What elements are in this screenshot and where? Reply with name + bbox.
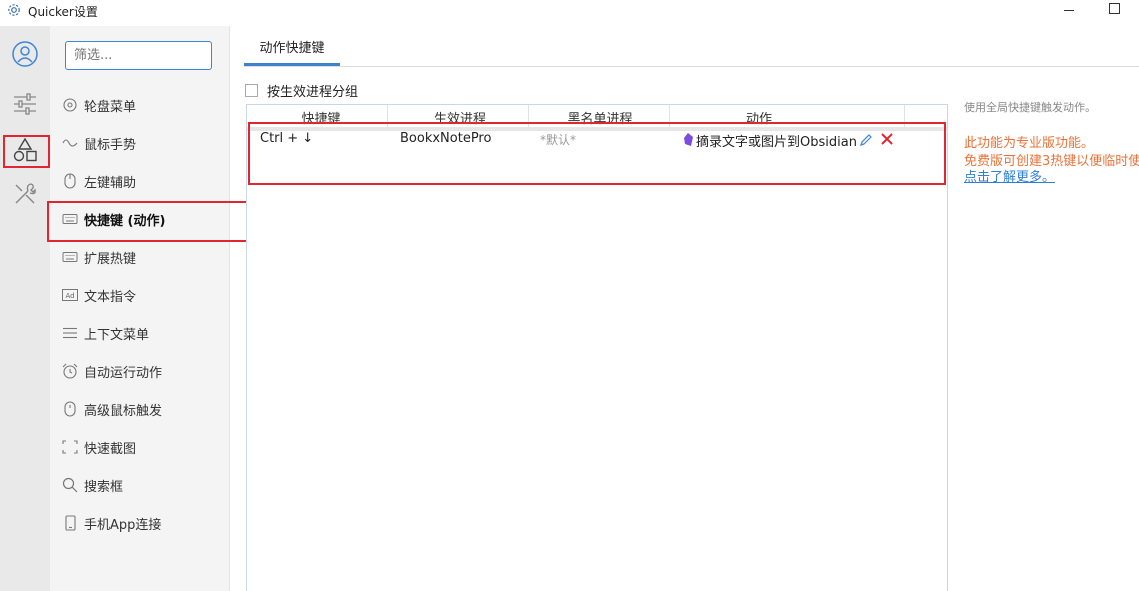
column-divider	[528, 105, 529, 127]
icon-rail	[0, 26, 50, 591]
screenshot-icon	[62, 439, 78, 455]
sidebar-item-label: 搜索框	[84, 479, 124, 495]
hotkey-table: 快捷键 生效进程 黑名单进程 动作 Ctrl + ↓ BookxNotePro …	[246, 104, 948, 591]
tab-hotkey-actions[interactable]: 动作快捷键	[244, 36, 340, 66]
column-header-process[interactable]: 生效进程	[417, 108, 503, 127]
sidebar-item-extended-hotkey[interactable]: 扩展热键	[50, 242, 229, 272]
sidebar-item-phone-app[interactable]: 手机App连接	[50, 508, 229, 538]
sidebar-item-label: 轮盘菜单	[84, 99, 137, 115]
menu-lines-icon	[62, 325, 78, 341]
obsidian-icon	[683, 133, 694, 151]
search-icon	[62, 477, 78, 493]
action-cell: 摘录文字或图片到Obsidian	[696, 135, 857, 150]
table-header: 快捷键 生效进程 黑名单进程 动作	[247, 105, 947, 128]
svg-text:Ad: Ad	[65, 292, 74, 300]
minimize-button[interactable]	[1064, 10, 1074, 11]
filter-input[interactable]	[65, 41, 212, 70]
sidebar: 轮盘菜单 鼠标手势 左键辅助 快捷键 (动作) 扩展热键 Ad 文本指令 上下文…	[50, 26, 230, 591]
delete-icon[interactable]	[881, 133, 893, 149]
sidebar-item-label: 手机App连接	[84, 517, 162, 533]
group-by-process-checkbox[interactable]	[245, 84, 258, 97]
keyboard-icon	[62, 211, 78, 227]
pro-notice: 此功能为专业版功能。	[964, 136, 1095, 151]
learn-more-link[interactable]: 点击了解更多。	[964, 166, 1055, 185]
mouse-icon	[62, 401, 78, 417]
process-cell: BookxNotePro	[400, 131, 492, 146]
column-divider	[904, 105, 905, 127]
sidebar-item-auto-run[interactable]: 自动运行动作	[50, 356, 229, 386]
sidebar-item-mouse-gesture[interactable]: 鼠标手势	[50, 128, 229, 158]
user-icon[interactable]	[9, 38, 41, 70]
alarm-clock-icon	[62, 363, 78, 379]
mouse-icon	[62, 173, 78, 189]
blacklist-cell: *默认*	[540, 133, 577, 147]
main-panel: 动作快捷键 按生效进程分组 快捷键 生效进程 黑名单进程 动作 Ctrl + ↓…	[230, 26, 1139, 591]
maximize-button[interactable]	[1109, 3, 1120, 14]
sidebar-item-label: 左键辅助	[84, 175, 137, 191]
tab-divider	[244, 66, 1139, 67]
sidebar-item-quick-screenshot[interactable]: 快速截图	[50, 432, 229, 462]
sidebar-item-search-box[interactable]: 搜索框	[50, 470, 229, 500]
sidebar-item-label: 文本指令	[84, 289, 137, 305]
sidebar-item-wheel-menu[interactable]: 轮盘菜单	[50, 90, 229, 120]
column-header-action[interactable]: 动作	[737, 108, 781, 127]
title-bar: Quicker设置	[0, 0, 1139, 22]
wheel-icon	[62, 97, 78, 113]
sidebar-item-left-click-assist[interactable]: 左键辅助	[50, 166, 229, 196]
keyboard-icon	[62, 249, 78, 265]
text-command-icon: Ad	[62, 287, 78, 303]
sidebar-item-label: 自动运行动作	[84, 365, 163, 381]
gear-icon	[8, 4, 20, 16]
sidebar-item-advanced-mouse[interactable]: 高级鼠标触发	[50, 394, 229, 424]
window-title: Quicker设置	[28, 5, 98, 19]
sidebar-item-text-command[interactable]: Ad 文本指令	[50, 280, 229, 310]
group-by-process-label: 按生效进程分组	[267, 85, 359, 100]
sidebar-item-label: 快速截图	[84, 441, 137, 457]
column-divider	[387, 105, 388, 127]
column-header-blacklist[interactable]: 黑名单进程	[555, 108, 645, 127]
column-header-hotkey[interactable]: 快捷键	[299, 108, 343, 127]
column-divider	[669, 105, 670, 127]
shapes-icon[interactable]	[9, 134, 41, 166]
sidebar-item-context-menu[interactable]: 上下文菜单	[50, 318, 229, 348]
sidebar-item-hotkey-action[interactable]: 快捷键 (动作)	[50, 204, 229, 234]
edit-pencil-icon[interactable]	[859, 133, 873, 151]
group-by-process-option[interactable]: 按生效进程分组	[245, 81, 358, 100]
sidebar-item-label: 扩展热键	[84, 251, 137, 267]
phone-icon	[62, 515, 78, 531]
sidebar-item-label: 快捷键 (动作)	[84, 213, 166, 229]
sidebar-item-label: 鼠标手势	[84, 137, 137, 153]
sidebar-item-label: 上下文菜单	[84, 327, 150, 343]
hotkey-cell: Ctrl + ↓	[260, 131, 314, 146]
sidebar-item-label: 高级鼠标触发	[84, 403, 163, 419]
sliders-icon[interactable]	[9, 88, 41, 120]
info-description: 使用全局快捷键触发动作。	[964, 101, 1096, 114]
tools-icon[interactable]	[9, 178, 41, 210]
gesture-icon	[62, 135, 78, 151]
